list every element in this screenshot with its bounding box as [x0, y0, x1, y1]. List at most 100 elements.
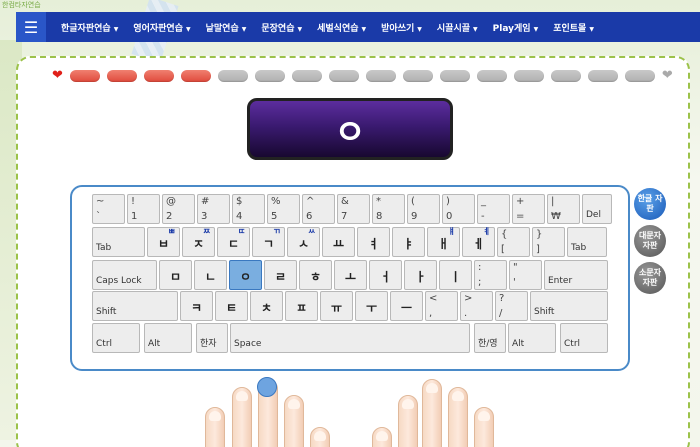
key-top-label: *: [376, 196, 381, 207]
key-row1-1[interactable]: ! 1: [127, 194, 160, 224]
finger: [398, 395, 418, 447]
key-row1-6[interactable]: ^ 6: [302, 194, 335, 224]
hamburger-icon[interactable]: ☰: [16, 12, 46, 42]
nav-item-7[interactable]: Play게임 ▼: [493, 21, 539, 34]
key-row3-4[interactable]: ㅎ: [299, 260, 332, 290]
key-hanyoung[interactable]: 한/영: [474, 323, 506, 353]
key-hanja[interactable]: 한자: [196, 323, 228, 353]
key-row3-0[interactable]: ㅁ: [159, 260, 192, 290]
chevron-down-icon: ▼: [297, 25, 303, 33]
key-enter[interactable]: Enter: [544, 260, 608, 290]
nav-item-8[interactable]: 포인트몰 ▼: [553, 21, 594, 34]
key-row1-0[interactable]: ~ `: [92, 194, 125, 224]
nav-item-label: 포인트몰: [553, 23, 587, 34]
key-row2-0[interactable]: ㅂㅃ: [147, 227, 180, 257]
key-shift-left[interactable]: Shift: [92, 291, 178, 321]
key-row3-5[interactable]: ㅗ: [334, 260, 367, 290]
key-bracket-1[interactable]: }]: [532, 227, 565, 257]
key-punct4-2[interactable]: ? /: [495, 291, 528, 321]
key-char: ㅣ: [449, 270, 462, 284]
key-row3-1[interactable]: ㄴ: [194, 260, 227, 290]
target-character: ㅇ: [334, 112, 366, 153]
key-shift-char: ㄸ: [238, 227, 246, 236]
key-row4-4[interactable]: ㅠ: [320, 291, 353, 321]
key-row3-3[interactable]: ㄹ: [264, 260, 297, 290]
key-row1-9[interactable]: (9: [407, 194, 440, 224]
key-row1-10[interactable]: ) 0: [442, 194, 475, 224]
key-punct4-1[interactable]: >.: [460, 291, 493, 321]
key-row2-3[interactable]: ㄱㄲ: [252, 227, 285, 257]
nav-item-5[interactable]: 받아쓰기 ▼: [381, 21, 422, 34]
key-row4-1[interactable]: ㅌ: [215, 291, 248, 321]
key-row1-13[interactable]: | ₩: [547, 194, 580, 224]
key-row1-3[interactable]: #3: [197, 194, 230, 224]
key-bottom-label: `: [96, 211, 101, 222]
chevron-down-icon: ▼: [241, 25, 247, 33]
finger: [422, 379, 442, 447]
key-bottom-label: 6: [306, 211, 313, 222]
key-row2-1[interactable]: ㅈㅉ: [182, 227, 215, 257]
key-tab-right[interactable]: Tab: [567, 227, 607, 257]
nav-item-2[interactable]: 낱말연습 ▼: [206, 21, 247, 34]
key-row3-8[interactable]: ㅣ: [439, 260, 472, 290]
key-char: ㅏ: [414, 270, 427, 284]
key-char: ㅁ: [169, 270, 182, 284]
nav-item-0[interactable]: 한글자판연습 ▼: [61, 21, 118, 34]
chevron-down-icon: ▼: [186, 25, 191, 33]
layout-toggle-2[interactable]: 소문자 자판: [634, 262, 666, 294]
key-row1-11[interactable]: _ -: [477, 194, 510, 224]
key-punct4-0[interactable]: <,: [425, 291, 458, 321]
key-row4-6[interactable]: ㅡ: [390, 291, 423, 321]
key-shift-char: ㅉ: [203, 227, 211, 236]
key-punct3-0[interactable]: :;: [474, 260, 507, 290]
key-row2-8[interactable]: ㅐㅒ: [427, 227, 460, 257]
key-shift-right[interactable]: Shift: [530, 291, 608, 321]
key-char: ㅗ: [344, 270, 357, 284]
key-row2-6[interactable]: ㅕ: [357, 227, 390, 257]
nav-item-6[interactable]: 시끌시끌 ▼: [437, 21, 478, 34]
key-bracket-0[interactable]: {[: [497, 227, 530, 257]
chevron-down-icon: ▼: [113, 25, 119, 33]
key-row4-2[interactable]: ㅊ: [250, 291, 283, 321]
key-row4-3[interactable]: ㅍ: [285, 291, 318, 321]
layout-toggle-1[interactable]: 대문자 자판: [634, 225, 666, 257]
key-row1-12[interactable]: + =: [512, 194, 545, 224]
key-row2-4[interactable]: ㅅㅆ: [287, 227, 320, 257]
key-ctrl-left[interactable]: Ctrl: [92, 323, 140, 353]
key-ctrl-right[interactable]: Ctrl: [560, 323, 608, 353]
key-row1-4[interactable]: $4: [232, 194, 265, 224]
key-bottom-label: ₩: [551, 211, 561, 222]
key-row1-7[interactable]: & 7: [337, 194, 370, 224]
key-row3-6[interactable]: ㅓ: [369, 260, 402, 290]
nav-item-4[interactable]: 세벌식연습 ▼: [317, 21, 366, 34]
nav-item-3[interactable]: 문장연습 ▼: [261, 21, 302, 34]
key-row2-9[interactable]: ㅔㅖ: [462, 227, 495, 257]
key-alt-right[interactable]: Alt: [508, 323, 556, 353]
key-row1-8[interactable]: * 8: [372, 194, 405, 224]
key-row1-2[interactable]: @2: [162, 194, 195, 224]
key-punct3-1[interactable]: " ': [509, 260, 542, 290]
key-row2-5[interactable]: ㅛ: [322, 227, 355, 257]
key-bottom-label: .: [464, 308, 468, 319]
key-row2-2[interactable]: ㄷㄸ: [217, 227, 250, 257]
key-caps-lock[interactable]: Caps Lock: [92, 260, 157, 290]
key-row1-5[interactable]: % 5: [267, 194, 300, 224]
progress-segment: [106, 70, 137, 82]
layout-toggle-0[interactable]: 한글 자판: [634, 188, 666, 220]
key-row3-7[interactable]: ㅏ: [404, 260, 437, 290]
key-bottom-label: 1: [131, 211, 138, 222]
fingernail: [288, 399, 300, 409]
key-space[interactable]: Space: [230, 323, 470, 353]
key-row4-5[interactable]: ㅜ: [355, 291, 388, 321]
key-top-label: #: [201, 196, 210, 207]
key-tab[interactable]: Tab: [92, 227, 145, 257]
nav-item-1[interactable]: 영어자판연습 ▼: [133, 21, 190, 34]
key-row4-0[interactable]: ㅋ: [180, 291, 213, 321]
key-row3-2[interactable]: ㅇ: [229, 260, 262, 290]
finger: [474, 407, 494, 447]
key-top-label: ): [446, 196, 450, 207]
key-row2-7[interactable]: ㅑ: [392, 227, 425, 257]
key-alt-left[interactable]: Alt: [144, 323, 192, 353]
key-char: ㅠ: [330, 301, 343, 315]
key-del[interactable]: Del: [582, 194, 612, 224]
